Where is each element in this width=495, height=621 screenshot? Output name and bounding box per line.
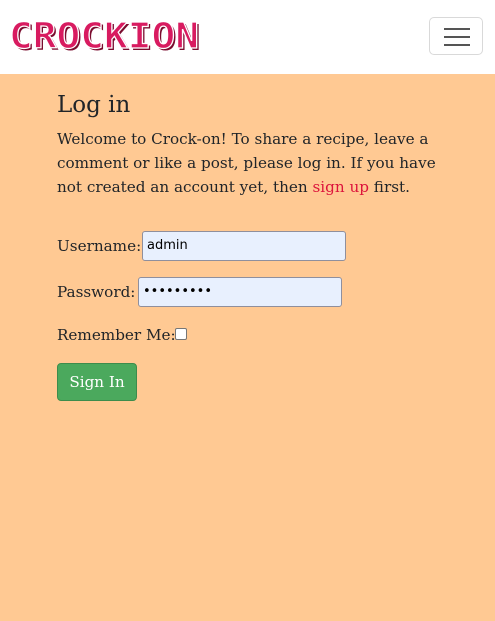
- main-content: Log in Welcome to Crock-on! To share a r…: [0, 74, 495, 621]
- signup-link[interactable]: sign up: [312, 178, 369, 196]
- intro-text: Welcome to Crock-on! To share a recipe, …: [57, 127, 437, 199]
- intro-text-after: first.: [368, 178, 410, 196]
- remember-me-label: Remember Me:: [57, 326, 176, 344]
- navbar-toggler-button[interactable]: [429, 17, 483, 55]
- navbar: CROCKION CROCKION: [0, 0, 495, 74]
- brand-logo[interactable]: CROCKION CROCKION: [9, 17, 205, 57]
- hamburger-menu-icon: [444, 28, 470, 46]
- remember-me-checkbox[interactable]: [175, 328, 187, 340]
- svg-text:CROCKION: CROCKION: [9, 17, 199, 57]
- username-input[interactable]: admin: [142, 231, 346, 261]
- page-title: Log in: [57, 92, 131, 118]
- username-label: Username:: [57, 237, 142, 255]
- password-label: Password:: [57, 283, 136, 301]
- password-input[interactable]: •••••••••: [138, 277, 342, 307]
- sign-in-button[interactable]: Sign In: [57, 363, 137, 401]
